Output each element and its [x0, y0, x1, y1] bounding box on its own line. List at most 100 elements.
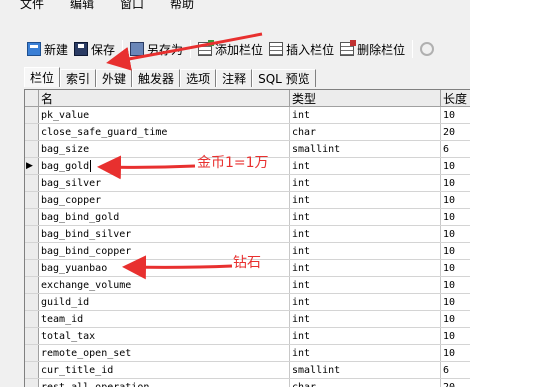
field-length-cell[interactable]: 10	[441, 277, 470, 293]
row-indicator[interactable]	[25, 243, 39, 259]
field-type-cell[interactable]: char	[290, 379, 441, 387]
new-button[interactable]: 新建	[24, 38, 71, 60]
field-name-cell[interactable]: bag_silver	[39, 175, 290, 191]
row-indicator[interactable]	[25, 362, 39, 378]
field-length-cell[interactable]: 10	[441, 107, 470, 123]
field-length-cell[interactable]: 10	[441, 243, 470, 259]
row-indicator[interactable]	[25, 260, 39, 276]
field-type-cell[interactable]: int	[290, 209, 441, 225]
row-indicator[interactable]	[25, 294, 39, 310]
field-name-cell[interactable]: pk_value	[39, 107, 290, 123]
tab-triggers[interactable]: 触发器	[132, 69, 181, 87]
field-length-cell[interactable]: 10	[441, 226, 470, 242]
save-as-button[interactable]: 另存为	[127, 38, 186, 60]
row-indicator[interactable]	[25, 209, 39, 225]
menu-item-file[interactable]: 文件	[20, 0, 44, 12]
row-indicator[interactable]	[25, 328, 39, 344]
field-length-cell[interactable]: 10	[441, 209, 470, 225]
delete-column-icon	[340, 40, 357, 56]
field-type-cell[interactable]: int	[290, 158, 441, 174]
field-name-cell[interactable]: bag_copper	[39, 192, 290, 208]
field-type-cell[interactable]: int	[290, 294, 441, 310]
menu-item-window[interactable]: 窗口	[120, 0, 144, 12]
tab-comment[interactable]: 注释	[216, 69, 253, 87]
row-indicator[interactable]	[25, 175, 39, 191]
field-type-cell[interactable]: int	[290, 345, 441, 361]
row-indicator[interactable]	[25, 277, 39, 293]
field-length-cell[interactable]: 10	[441, 311, 470, 327]
table-row[interactable]: cur_title_id smallint 6	[25, 362, 470, 379]
tab-fields[interactable]: 栏位	[24, 67, 61, 87]
row-indicator[interactable]	[25, 379, 39, 387]
menu-item-edit[interactable]: 编辑	[70, 0, 94, 12]
field-length-cell[interactable]: 10	[441, 294, 470, 310]
field-length-cell[interactable]: 10	[441, 345, 470, 361]
field-length-cell[interactable]: 20	[441, 379, 470, 387]
field-name-cell[interactable]: team_id	[39, 311, 290, 327]
column-header-type[interactable]: 类型	[290, 90, 441, 107]
field-type-cell[interactable]: int	[290, 175, 441, 191]
tab-foreign-keys[interactable]: 外键	[96, 69, 133, 87]
field-name-cell[interactable]: close_safe_guard_time	[39, 124, 290, 140]
field-name-cell[interactable]: guild_id	[39, 294, 290, 310]
field-length-cell[interactable]: 10	[441, 328, 470, 344]
field-type-cell[interactable]: int	[290, 107, 441, 123]
field-length-cell[interactable]: 10	[441, 175, 470, 191]
field-type-cell[interactable]: int	[290, 243, 441, 259]
field-type-cell[interactable]: int	[290, 260, 441, 276]
insert-column-button[interactable]: 插入栏位	[266, 38, 337, 60]
primary-key-button[interactable]	[417, 38, 440, 60]
field-name-cell[interactable]: cur_title_id	[39, 362, 290, 378]
field-name-cell[interactable]: total_tax	[39, 328, 290, 344]
menu-item-help[interactable]: 帮助	[170, 0, 194, 12]
tab-options[interactable]: 选项	[180, 69, 217, 87]
column-header-name[interactable]: 名	[39, 90, 290, 107]
field-name-cell[interactable]: bag_bind_gold	[39, 209, 290, 225]
table-row[interactable]: guild_id int 10	[25, 294, 470, 311]
save-button[interactable]: 保存	[71, 38, 118, 60]
field-name-cell[interactable]: remote_open_set	[39, 345, 290, 361]
field-length-cell[interactable]: 10	[441, 192, 470, 208]
toolbar: 新建 保存 另存为 添加栏位 插入栏位 删除栏位	[0, 36, 470, 62]
field-length-cell[interactable]: 6	[441, 141, 470, 157]
row-indicator[interactable]	[25, 107, 39, 123]
table-row[interactable]: total_tax int 10	[25, 328, 470, 345]
table-row[interactable]: bag_silver int 10	[25, 175, 470, 192]
add-column-button[interactable]: 添加栏位	[195, 38, 266, 60]
column-header-length[interactable]: 长度	[441, 90, 470, 107]
table-row[interactable]: remote_open_set int 10	[25, 345, 470, 362]
table-row[interactable]: close_safe_guard_time char 20	[25, 124, 470, 141]
field-type-cell[interactable]: int	[290, 311, 441, 327]
field-name-cell[interactable]: exchange_volume	[39, 277, 290, 293]
tab-sql-preview[interactable]: SQL 预览	[252, 69, 316, 87]
field-length-cell[interactable]: 10	[441, 158, 470, 174]
row-indicator[interactable]	[25, 192, 39, 208]
field-type-cell[interactable]: int	[290, 226, 441, 242]
row-indicator[interactable]	[25, 124, 39, 140]
table-row[interactable]: bag_bind_silver int 10	[25, 226, 470, 243]
row-indicator[interactable]	[25, 141, 39, 157]
field-name-cell[interactable]: bag_bind_silver	[39, 226, 290, 242]
table-row[interactable]: exchange_volume int 10	[25, 277, 470, 294]
table-row[interactable]: bag_bind_gold int 10	[25, 209, 470, 226]
field-type-cell[interactable]: int	[290, 192, 441, 208]
row-indicator[interactable]: ▶	[25, 158, 39, 174]
field-name-cell[interactable]: rest_all_operation	[39, 379, 290, 387]
field-length-cell[interactable]: 10	[441, 260, 470, 276]
table-row[interactable]: pk_value int 10	[25, 107, 470, 124]
row-indicator[interactable]	[25, 226, 39, 242]
table-row[interactable]: team_id int 10	[25, 311, 470, 328]
field-length-cell[interactable]: 20	[441, 124, 470, 140]
table-row[interactable]: rest_all_operation char 20	[25, 379, 470, 387]
tab-indexes[interactable]: 索引	[60, 69, 97, 87]
delete-column-button[interactable]: 删除栏位	[337, 38, 408, 60]
row-indicator[interactable]	[25, 345, 39, 361]
table-row[interactable]: bag_copper int 10	[25, 192, 470, 209]
field-type-cell[interactable]: int	[290, 328, 441, 344]
field-type-cell[interactable]: char	[290, 124, 441, 140]
row-indicator[interactable]	[25, 311, 39, 327]
field-type-cell[interactable]: smallint	[290, 141, 441, 157]
field-type-cell[interactable]: smallint	[290, 362, 441, 378]
field-type-cell[interactable]: int	[290, 277, 441, 293]
field-length-cell[interactable]: 6	[441, 362, 470, 378]
